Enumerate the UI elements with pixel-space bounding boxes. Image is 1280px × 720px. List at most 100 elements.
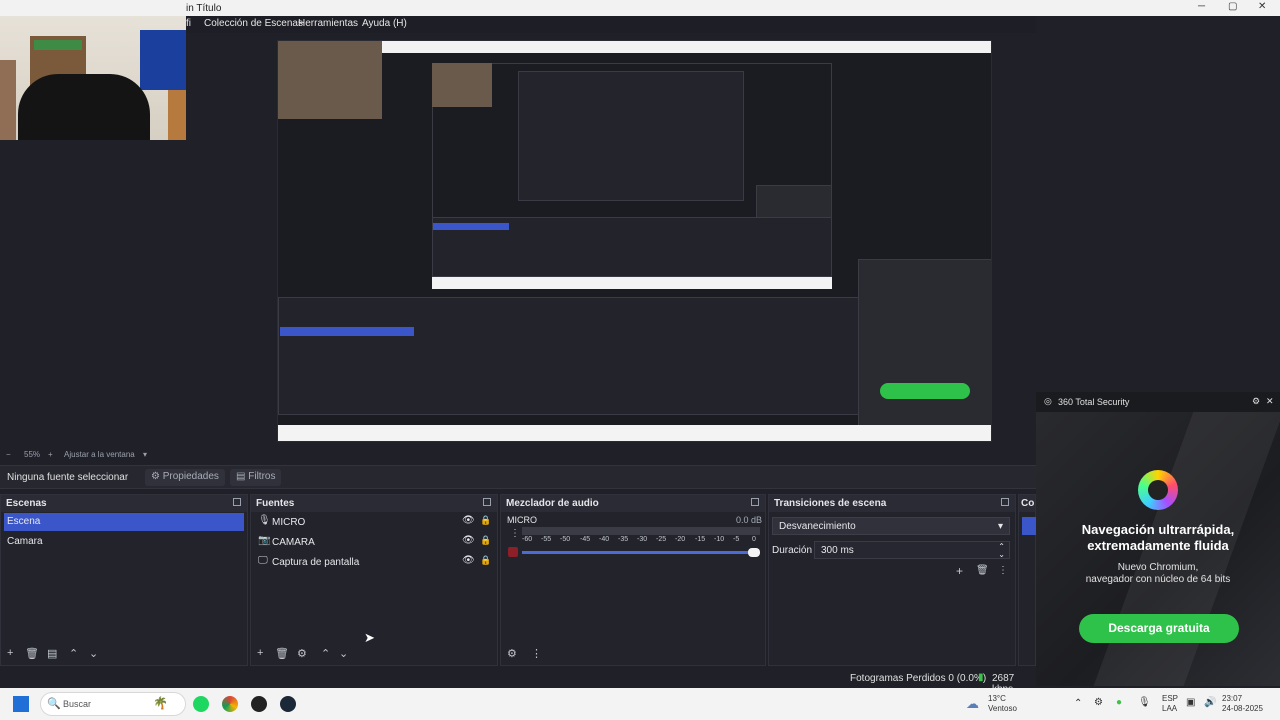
more-icon[interactable]: ⋮: [510, 528, 520, 539]
tray-icon[interactable]: ⚙: [1094, 697, 1103, 708]
mic-icon[interactable]: 🎙: [1138, 697, 1151, 708]
popup-sub-2: navegador con núcleo de 64 bits: [1085, 574, 1231, 585]
duration-input[interactable]: 300 ms ⌃ ⌄: [814, 541, 1010, 559]
gear-icon: ⚙: [151, 471, 163, 482]
chevron-up-icon[interactable]: ⌃: [69, 647, 78, 660]
meter-tick: -10: [714, 536, 725, 543]
stepper-icon[interactable]: ⌃ ⌄: [998, 543, 1005, 559]
taskbar-search[interactable]: 🔍 Buscar 🌴: [40, 692, 186, 716]
language-2[interactable]: LAA: [1162, 704, 1177, 713]
filters-button[interactable]: ▤ Filtros: [230, 469, 282, 486]
webcam-blue-cloth: [140, 30, 186, 90]
filter-icon[interactable]: ▤: [47, 647, 57, 660]
obs-icon[interactable]: [251, 696, 267, 712]
tray-app-icon[interactable]: ●: [1116, 697, 1122, 708]
chevron-down-icon[interactable]: ⌄: [89, 647, 98, 660]
mixer-dock: Mezclador de audio ⚙ ⋮: [500, 494, 766, 666]
title-bar: in Título ─ ▢ ✕: [0, 0, 1280, 16]
language-1[interactable]: ESP: [1162, 694, 1178, 703]
trash-icon[interactable]: 🗑: [25, 647, 39, 660]
trash-icon[interactable]: 🗑: [976, 565, 989, 576]
gear-icon[interactable]: ⚙: [297, 647, 307, 660]
menu-tools[interactable]: Herramientas: [298, 18, 358, 29]
popout-icon[interactable]: [483, 498, 491, 506]
lock-icon[interactable]: 🔒: [480, 515, 491, 526]
more-icon[interactable]: ⋮: [531, 647, 542, 660]
eye-icon[interactable]: 👁: [462, 535, 475, 546]
source-label: MICRO: [272, 517, 306, 528]
chevron-up-icon[interactable]: ⌃: [321, 647, 330, 660]
source-item-camara[interactable]: 📷 CAMARA 👁 🔒: [256, 534, 496, 552]
popup-headline-1: Navegación ultrarrápida,: [1081, 522, 1235, 537]
scenes-header: Escenas: [1, 495, 247, 512]
maximize-button[interactable]: ▢: [1228, 1, 1237, 12]
lock-icon[interactable]: 🔒: [480, 555, 491, 566]
eye-icon[interactable]: 👁: [462, 515, 475, 526]
more-icon[interactable]: ⋮: [998, 565, 1008, 576]
volume-knob[interactable]: [748, 548, 760, 557]
zoom-level: 55%: [24, 450, 41, 459]
gear-icon[interactable]: ⚙: [1252, 396, 1260, 407]
meter-tick: -30: [637, 536, 648, 543]
gear-icon[interactable]: ⚙: [507, 647, 517, 660]
zoom-out-button[interactable]: −: [6, 450, 11, 459]
source-item-captura[interactable]: 🖵 Captura de pantalla 👁 🔒: [256, 554, 496, 572]
security-popup: ◎ 360 Total Security ⚙ ✕ Navegación ultr…: [1036, 392, 1280, 686]
mixer-header: Mezclador de audio: [501, 495, 765, 512]
add-icon[interactable]: +: [956, 564, 963, 578]
popout-icon[interactable]: [1001, 498, 1009, 506]
fit-to-window[interactable]: Ajustar a la ventana: [64, 450, 135, 459]
spotify-icon[interactable]: [193, 696, 209, 712]
scene-item-escena[interactable]: Escena: [4, 513, 244, 531]
close-button[interactable]: ✕: [1258, 1, 1266, 12]
search-highlight-icon: 🌴: [153, 696, 168, 710]
menu-help[interactable]: Ayuda (H): [362, 18, 407, 29]
zoom-in-button[interactable]: +: [48, 450, 53, 459]
close-icon[interactable]: ✕: [1266, 396, 1274, 407]
add-icon[interactable]: +: [257, 647, 263, 659]
preview-canvas[interactable]: [277, 40, 992, 442]
zoom-dropdown-icon[interactable]: ▾: [143, 450, 147, 459]
nested-taskbar: [432, 277, 832, 289]
menu-file-partial[interactable]: fi: [186, 18, 191, 29]
controls-button[interactable]: [1022, 517, 1036, 535]
transition-select[interactable]: Desvanecimiento ▾: [772, 517, 1010, 535]
volume-slider[interactable]: [522, 551, 754, 554]
weather-desc: Ventoso: [988, 704, 1017, 713]
minimize-button[interactable]: ─: [1198, 1, 1205, 12]
popout-icon[interactable]: [751, 498, 759, 506]
status-bar: Fotogramas Perdidos 0 (0.0%) ▮ 2687 kbps: [0, 670, 1036, 695]
menu-scene-collection[interactable]: Colección de Escenas: [204, 18, 303, 29]
nested-obs-taskbar: [278, 425, 991, 441]
popup-header: ◎ 360 Total Security ⚙ ✕: [1036, 392, 1280, 412]
source-item-micro[interactable]: 🎙 MICRO 👁 🔒: [256, 514, 496, 532]
popout-icon[interactable]: [233, 498, 241, 506]
steam-icon[interactable]: [280, 696, 296, 712]
trash-icon[interactable]: 🗑: [275, 647, 289, 660]
controls-title: Con: [1021, 498, 1035, 509]
chrome-icon[interactable]: [222, 696, 238, 712]
meter-scale: -60 -55 -50 -45 -40 -35 -30 -25 -20 -15 -10 -5 0: [522, 536, 760, 546]
download-button[interactable]: Descarga gratuita: [1079, 614, 1239, 643]
mute-icon[interactable]: [508, 547, 518, 557]
add-icon[interactable]: +: [7, 647, 13, 659]
clock-date: 24-08-2025: [1222, 704, 1263, 713]
monitor-icon: 🖵: [258, 555, 268, 566]
properties-button[interactable]: ⚙ Propiedades: [145, 469, 225, 486]
network-icon[interactable]: ▣: [1186, 697, 1195, 708]
weather-icon: ☁: [966, 696, 979, 711]
scenes-title: Escenas: [6, 498, 47, 509]
meter-tick: -35: [618, 536, 629, 543]
mouse-cursor-icon: ➤: [364, 630, 375, 645]
lock-icon[interactable]: 🔒: [480, 535, 491, 546]
chevron-up-icon[interactable]: ⌃: [1074, 698, 1082, 709]
eye-icon[interactable]: 👁: [462, 555, 475, 566]
camera-icon: 📷: [258, 535, 271, 546]
menu-bar: fi Colección de Escenas Herramientas Ayu…: [186, 16, 1036, 33]
windows-start-icon[interactable]: [13, 696, 29, 712]
scene-item-camara[interactable]: Camara: [4, 533, 244, 551]
chevron-down-icon[interactable]: ⌄: [339, 647, 348, 660]
speaker-icon[interactable]: 🔊: [1204, 697, 1216, 708]
meter-tick: -50: [560, 536, 571, 543]
nested-webcam: [278, 41, 382, 119]
